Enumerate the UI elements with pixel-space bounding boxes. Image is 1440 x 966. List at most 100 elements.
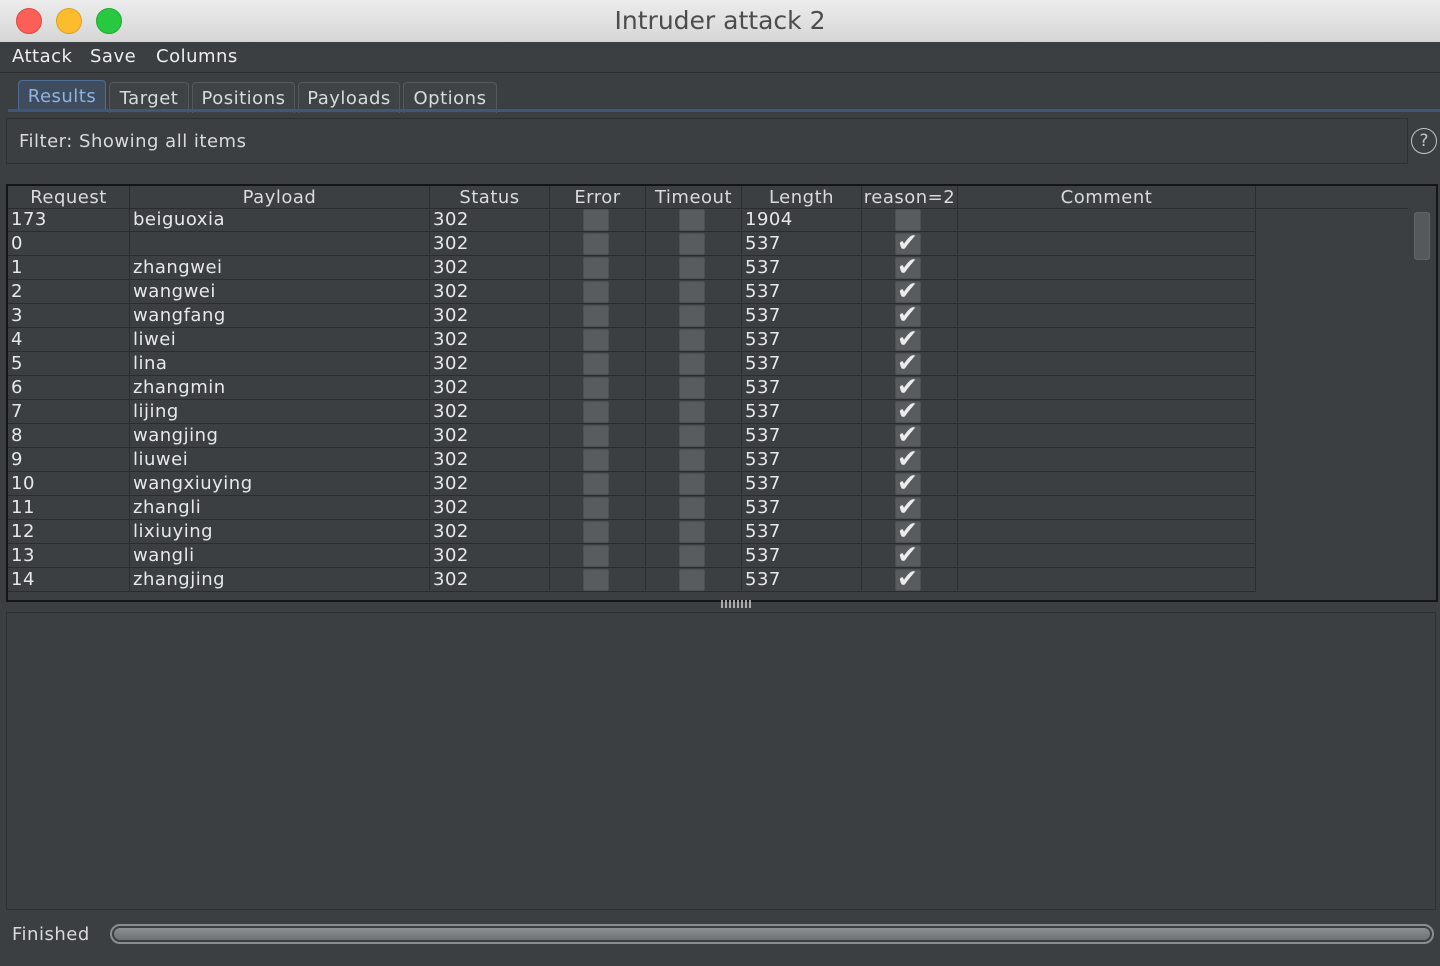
error-checkbox[interactable] xyxy=(583,545,609,567)
timeout-checkbox[interactable] xyxy=(679,449,705,471)
timeout-checkbox[interactable] xyxy=(679,521,705,543)
table-row[interactable]: 12 lixiuying 302 537 ✔ xyxy=(8,520,1256,544)
menu-attack[interactable]: Attack xyxy=(12,46,72,67)
table-row[interactable]: 8 wangjing 302 537 ✔ xyxy=(8,424,1256,448)
timeout-checkbox[interactable] xyxy=(679,353,705,375)
error-checkbox[interactable] xyxy=(583,377,609,399)
table-row[interactable]: 173 beiguoxia 302 1904 xyxy=(8,208,1256,232)
cell-length: 537 xyxy=(742,400,862,424)
table-row[interactable]: 10 wangxiuying 302 537 ✔ xyxy=(8,472,1256,496)
error-checkbox[interactable] xyxy=(583,233,609,255)
cell-payload: wangfang xyxy=(130,304,430,328)
table-row[interactable]: 4 liwei 302 537 ✔ xyxy=(8,328,1256,352)
table-row[interactable]: 9 liuwei 302 537 ✔ xyxy=(8,448,1256,472)
column-header-payload[interactable]: Payload xyxy=(130,186,430,208)
reason-checkbox[interactable]: ✔ xyxy=(895,448,921,471)
split-pane-grip[interactable] xyxy=(721,600,753,608)
reason-checkbox[interactable]: ✔ xyxy=(895,280,921,303)
cell-request: 10 xyxy=(8,472,130,496)
timeout-checkbox[interactable] xyxy=(679,377,705,399)
column-header-comment[interactable]: Comment xyxy=(958,186,1256,208)
cell-comment xyxy=(958,304,1256,328)
cell-status: 302 xyxy=(430,280,550,304)
column-header-status[interactable]: Status xyxy=(430,186,550,208)
menu-save[interactable]: Save xyxy=(90,46,136,67)
timeout-checkbox[interactable] xyxy=(679,473,705,495)
reason-checkbox[interactable]: ✔ xyxy=(895,400,921,423)
error-checkbox[interactable] xyxy=(583,305,609,327)
error-checkbox[interactable] xyxy=(583,401,609,423)
cell-timeout xyxy=(646,472,742,496)
cell-timeout xyxy=(646,376,742,400)
table-row[interactable]: 6 zhangmin 302 537 ✔ xyxy=(8,376,1256,400)
reason-checkbox[interactable]: ✔ xyxy=(895,496,921,519)
error-checkbox[interactable] xyxy=(583,449,609,471)
table-row[interactable]: 0 302 537 ✔ xyxy=(8,232,1256,256)
timeout-checkbox[interactable] xyxy=(679,497,705,519)
error-checkbox[interactable] xyxy=(583,257,609,279)
reason-checkbox[interactable]: ✔ xyxy=(895,568,921,591)
menu-columns[interactable]: Columns xyxy=(156,46,238,67)
reason-checkbox[interactable]: ✔ xyxy=(895,424,921,447)
timeout-checkbox[interactable] xyxy=(679,425,705,447)
cell-timeout xyxy=(646,352,742,376)
table-row[interactable]: 2 wangwei 302 537 ✔ xyxy=(8,280,1256,304)
table-row[interactable]: 3 wangfang 302 537 ✔ xyxy=(8,304,1256,328)
column-header-error[interactable]: Error xyxy=(550,186,646,208)
tab-results[interactable]: Results xyxy=(18,80,106,111)
error-checkbox[interactable] xyxy=(583,521,609,543)
reason-checkbox[interactable]: ✔ xyxy=(895,376,921,399)
column-header-reason[interactable]: reason=2 xyxy=(862,186,958,208)
reason-checkbox[interactable] xyxy=(895,209,921,231)
reason-checkbox[interactable]: ✔ xyxy=(895,232,921,255)
column-header-timeout[interactable]: Timeout xyxy=(646,186,742,208)
table-row[interactable]: 1 zhangwei 302 537 ✔ xyxy=(8,256,1256,280)
timeout-checkbox[interactable] xyxy=(679,233,705,255)
scrollbar-thumb[interactable] xyxy=(1414,212,1430,260)
column-header-request[interactable]: Request xyxy=(8,186,130,208)
error-checkbox[interactable] xyxy=(583,425,609,447)
error-checkbox[interactable] xyxy=(583,569,609,591)
timeout-checkbox[interactable] xyxy=(679,401,705,423)
timeout-checkbox[interactable] xyxy=(679,209,705,231)
cell-length: 537 xyxy=(742,568,862,592)
table-row[interactable]: 7 lijing 302 537 ✔ xyxy=(8,400,1256,424)
reason-checkbox[interactable]: ✔ xyxy=(895,352,921,376)
cell-comment xyxy=(958,496,1256,520)
reason-checkbox[interactable]: ✔ xyxy=(895,472,921,496)
table-row[interactable]: 5 lina 302 537 ✔ xyxy=(8,352,1256,376)
cell-length: 537 xyxy=(742,376,862,400)
help-icon[interactable]: ? xyxy=(1411,128,1437,154)
request-response-panel xyxy=(6,612,1436,910)
filter-bar[interactable]: Filter: Showing all items xyxy=(6,118,1408,164)
reason-checkbox[interactable]: ✔ xyxy=(895,328,921,351)
title-bar: Intruder attack 2 xyxy=(0,0,1440,43)
timeout-checkbox[interactable] xyxy=(679,569,705,591)
reason-checkbox[interactable]: ✔ xyxy=(895,304,921,327)
timeout-checkbox[interactable] xyxy=(679,257,705,279)
table-row[interactable]: 11 zhangli 302 537 ✔ xyxy=(8,496,1256,520)
error-checkbox[interactable] xyxy=(583,473,609,495)
timeout-checkbox[interactable] xyxy=(679,281,705,303)
cell-timeout xyxy=(646,232,742,256)
cell-comment xyxy=(958,520,1256,544)
table-row[interactable]: 14 zhangjing 302 537 ✔ xyxy=(8,568,1256,592)
reason-checkbox[interactable]: ✔ xyxy=(895,520,921,543)
timeout-checkbox[interactable] xyxy=(679,305,705,327)
checkmark-icon: ✔ xyxy=(897,352,919,376)
error-checkbox[interactable] xyxy=(583,329,609,351)
table-row[interactable]: 13 wangli 302 537 ✔ xyxy=(8,544,1256,568)
column-header-length[interactable]: Length xyxy=(742,186,862,208)
error-checkbox[interactable] xyxy=(583,353,609,375)
timeout-checkbox[interactable] xyxy=(679,329,705,351)
error-checkbox[interactable] xyxy=(583,281,609,303)
error-checkbox[interactable] xyxy=(583,497,609,519)
checkmark-icon: ✔ xyxy=(897,472,919,496)
error-checkbox[interactable] xyxy=(583,209,609,231)
vertical-scrollbar[interactable] xyxy=(1410,208,1432,598)
reason-checkbox[interactable]: ✔ xyxy=(895,544,921,567)
reason-checkbox[interactable]: ✔ xyxy=(895,256,921,279)
cell-request: 9 xyxy=(8,448,130,472)
timeout-checkbox[interactable] xyxy=(679,545,705,567)
cell-error xyxy=(550,328,646,352)
